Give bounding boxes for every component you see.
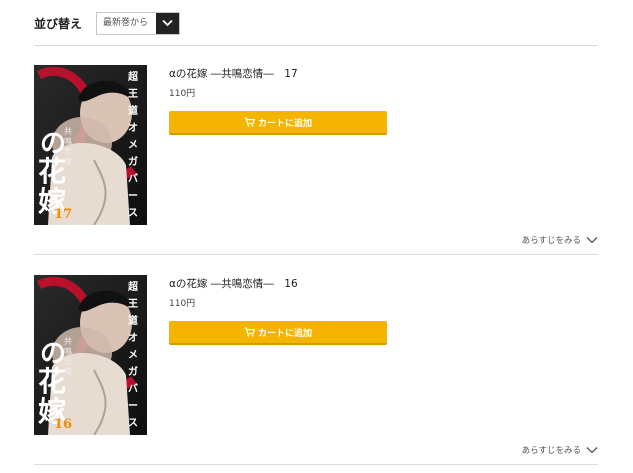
sort-toggle-button[interactable] xyxy=(156,12,180,34)
list-item: 超王道オメガバース 共鳴恋情 の 花 嫁 16 αの花嫁 ―共鳴恋情― 16 1… xyxy=(34,275,598,456)
item-price: 110円 xyxy=(169,89,196,99)
sort-selected-value[interactable]: 最新巻から xyxy=(97,13,156,34)
book-cover[interactable]: 超王道オメガバース 共鳴恋情 の 花 嫁 16 xyxy=(34,275,147,435)
synopsis-toggle[interactable]: あらすじをみる xyxy=(522,234,598,246)
cover-vertical-text: 超王道オメガバース xyxy=(128,282,138,429)
chevron-down-icon xyxy=(162,19,173,27)
sort-label: 並び替え xyxy=(34,16,83,31)
divider xyxy=(34,464,598,465)
cart-icon xyxy=(244,327,255,337)
sort-bar: 並び替え 最新巻から xyxy=(34,11,181,35)
synopsis-toggle[interactable]: あらすじをみる xyxy=(522,444,598,456)
add-to-cart-label: カートに追加 xyxy=(257,328,312,339)
item-title[interactable]: αの花嫁 ―共鳴恋情― 17 xyxy=(169,66,298,81)
divider xyxy=(34,254,598,255)
list-item: 超王道オメガバース 共鳴恋情 の 花 嫁 17 αの花嫁 ―共鳴恋情― 17 1… xyxy=(34,65,598,246)
add-to-cart-button[interactable]: カートに追加 xyxy=(169,111,387,135)
synopsis-label: あらすじをみる xyxy=(521,236,581,246)
cover-volume-badge: 16 xyxy=(54,417,73,432)
add-to-cart-label: カートに追加 xyxy=(257,118,312,129)
cover-volume-badge: 17 xyxy=(54,207,73,222)
chevron-down-icon xyxy=(586,237,598,244)
add-to-cart-button[interactable]: カートに追加 xyxy=(169,321,387,345)
chevron-down-icon xyxy=(586,447,598,454)
divider xyxy=(34,45,598,46)
synopsis-label: あらすじをみる xyxy=(521,446,581,456)
cover-vertical-text: 超王道オメガバース xyxy=(128,72,138,219)
sort-select[interactable]: 最新巻から xyxy=(96,11,181,35)
item-title[interactable]: αの花嫁 ―共鳴恋情― 16 xyxy=(169,276,298,291)
item-price: 110円 xyxy=(169,299,196,309)
book-cover[interactable]: 超王道オメガバース 共鳴恋情 の 花 嫁 17 xyxy=(34,65,147,225)
cart-icon xyxy=(244,117,255,127)
